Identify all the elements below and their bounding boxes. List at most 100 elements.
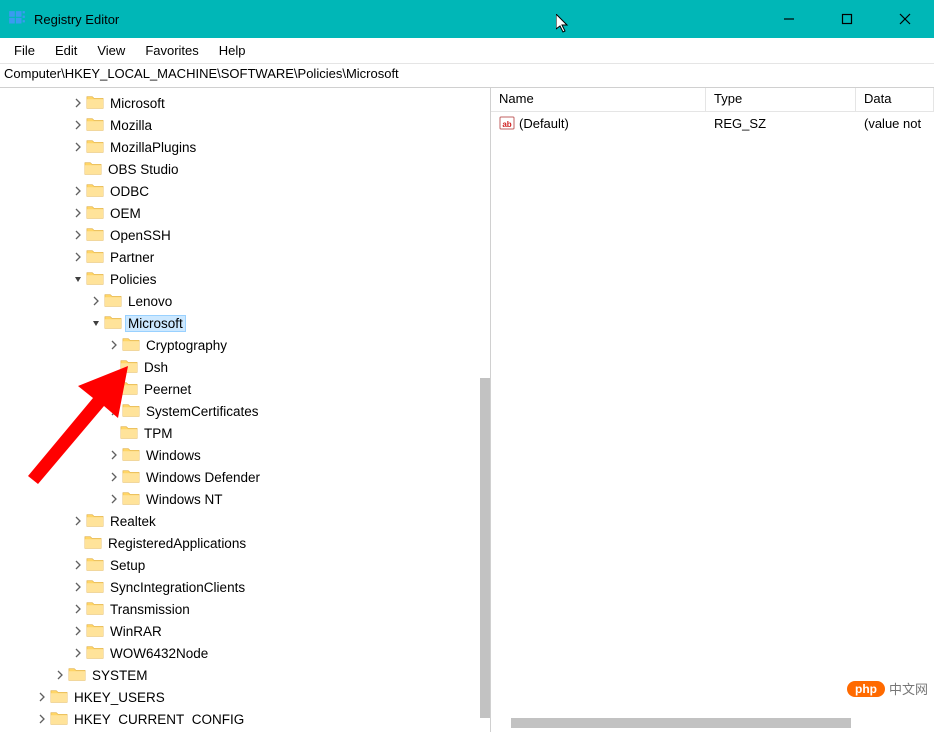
tree-node[interactable]: Realtek xyxy=(0,510,480,532)
chevron-right-icon[interactable] xyxy=(72,141,84,153)
tree-node-label[interactable]: Windows Defender xyxy=(144,470,262,485)
tree-node-label[interactable]: Realtek xyxy=(108,514,158,529)
tree-node-label[interactable]: WOW6432Node xyxy=(108,646,210,661)
tree-node[interactable]: TPM xyxy=(0,422,480,444)
tree-node-label[interactable]: Setup xyxy=(108,558,147,573)
chevron-down-icon[interactable] xyxy=(90,317,102,329)
tree-node-label[interactable]: Windows xyxy=(144,448,203,463)
tree-node[interactable]: Policies xyxy=(0,268,480,290)
tree-node-label[interactable]: HKEY_USERS xyxy=(72,690,167,705)
tree-node[interactable]: Dsh xyxy=(0,356,480,378)
tree-node[interactable]: HKEY_USERS xyxy=(0,686,480,708)
tree-node-label[interactable]: WinRAR xyxy=(108,624,164,639)
chevron-right-icon[interactable] xyxy=(108,405,120,417)
chevron-right-icon[interactable] xyxy=(108,449,120,461)
tree-node-label[interactable]: SyncIntegrationClients xyxy=(108,580,247,595)
vertical-scrollbar-thumb[interactable] xyxy=(480,378,490,718)
tree-node[interactable]: WinRAR xyxy=(0,620,480,642)
tree-node[interactable]: ODBC xyxy=(0,180,480,202)
tree-node-label[interactable]: TPM xyxy=(142,426,175,441)
tree-node[interactable]: Peernet xyxy=(0,378,480,400)
tree-node-label[interactable]: MozillaPlugins xyxy=(108,140,198,155)
tree-node[interactable]: OBS Studio xyxy=(0,158,480,180)
tree-node[interactable]: HKEY_CURRENT_CONFIG xyxy=(0,708,480,726)
tree-node[interactable]: Mozilla xyxy=(0,114,480,136)
tree-node[interactable]: Cryptography xyxy=(0,334,480,356)
chevron-right-icon[interactable] xyxy=(108,471,120,483)
tree-node[interactable]: RegisteredApplications xyxy=(0,532,480,554)
menu-favorites[interactable]: Favorites xyxy=(135,41,208,60)
tree-node-label[interactable]: SYSTEM xyxy=(90,668,150,683)
horizontal-scrollbar-thumb[interactable] xyxy=(511,718,851,728)
chevron-right-icon[interactable] xyxy=(72,603,84,615)
tree-node[interactable]: Transmission xyxy=(0,598,480,620)
tree-node[interactable]: WOW6432Node xyxy=(0,642,480,664)
tree-node[interactable]: Setup xyxy=(0,554,480,576)
chevron-right-icon[interactable] xyxy=(72,515,84,527)
tree-node-label[interactable]: RegisteredApplications xyxy=(106,536,248,551)
tree-node-label[interactable]: Cryptography xyxy=(144,338,229,353)
close-button[interactable] xyxy=(876,0,934,38)
tree-node-label[interactable]: Microsoft xyxy=(108,96,167,111)
tree-node[interactable]: SystemCertificates xyxy=(0,400,480,422)
chevron-right-icon[interactable] xyxy=(72,207,84,219)
tree-node[interactable]: Partner xyxy=(0,246,480,268)
chevron-right-icon[interactable] xyxy=(72,559,84,571)
chevron-right-icon[interactable] xyxy=(54,669,66,681)
chevron-right-icon[interactable] xyxy=(72,97,84,109)
menu-file[interactable]: File xyxy=(4,41,45,60)
tree-node-label[interactable]: ODBC xyxy=(108,184,151,199)
tree-node[interactable]: SyncIntegrationClients xyxy=(0,576,480,598)
chevron-right-icon[interactable] xyxy=(108,339,120,351)
tree-node[interactable]: Windows Defender xyxy=(0,466,480,488)
chevron-right-icon[interactable] xyxy=(108,493,120,505)
menu-edit[interactable]: Edit xyxy=(45,41,87,60)
tree-node[interactable]: OpenSSH xyxy=(0,224,480,246)
chevron-right-icon[interactable] xyxy=(36,691,48,703)
tree-node-label[interactable]: Peernet xyxy=(142,382,193,397)
col-header-name[interactable]: Name xyxy=(491,88,706,111)
tree-node-label[interactable]: Windows NT xyxy=(144,492,225,507)
chevron-right-icon[interactable] xyxy=(36,713,48,725)
chevron-right-icon[interactable] xyxy=(72,119,84,131)
tree-node-label[interactable]: OpenSSH xyxy=(108,228,173,243)
col-header-type[interactable]: Type xyxy=(706,88,856,111)
chevron-right-icon[interactable] xyxy=(72,251,84,263)
tree-node[interactable]: OEM xyxy=(0,202,480,224)
menu-help[interactable]: Help xyxy=(209,41,256,60)
chevron-right-icon[interactable] xyxy=(72,647,84,659)
chevron-right-icon[interactable] xyxy=(72,625,84,637)
tree-node[interactable]: Lenovo xyxy=(0,290,480,312)
tree-node-label[interactable]: Policies xyxy=(108,272,159,287)
tree-node-label[interactable]: SystemCertificates xyxy=(144,404,261,419)
chevron-down-icon[interactable] xyxy=(72,273,84,285)
tree-node[interactable]: Windows xyxy=(0,444,480,466)
tree-node-label[interactable]: Lenovo xyxy=(126,294,174,309)
chevron-right-icon[interactable] xyxy=(72,185,84,197)
titlebar[interactable]: Registry Editor xyxy=(0,0,934,38)
tree-node-label[interactable]: OEM xyxy=(108,206,143,221)
tree-node-label[interactable]: Partner xyxy=(108,250,156,265)
tree-node-label[interactable]: Dsh xyxy=(142,360,170,375)
chevron-right-icon[interactable] xyxy=(72,229,84,241)
tree-node[interactable]: MozillaPlugins xyxy=(0,136,480,158)
tree-node-label[interactable]: OBS Studio xyxy=(106,162,181,177)
tree-node-label[interactable]: Microsoft xyxy=(126,316,185,331)
tree-node[interactable]: Microsoft xyxy=(0,312,480,334)
registry-tree[interactable]: Microsoft Mozilla MozillaPlugins OBS Studio… xyxy=(0,88,480,726)
chevron-right-icon[interactable] xyxy=(72,581,84,593)
tree-node[interactable]: Microsoft xyxy=(0,92,480,114)
tree-node-label[interactable]: Mozilla xyxy=(108,118,154,133)
maximize-button[interactable] xyxy=(818,0,876,38)
chevron-right-icon[interactable] xyxy=(90,295,102,307)
tree-node[interactable]: Windows NT xyxy=(0,488,480,510)
col-header-data[interactable]: Data xyxy=(856,88,934,111)
tree-node[interactable]: SYSTEM xyxy=(0,664,480,686)
address-bar[interactable]: Computer\HKEY_LOCAL_MACHINE\SOFTWARE\Pol… xyxy=(0,64,934,88)
minimize-button[interactable] xyxy=(760,0,818,38)
list-row[interactable]: ab(Default)REG_SZ(value not xyxy=(491,112,934,134)
list-body[interactable]: ab(Default)REG_SZ(value not xyxy=(491,112,934,134)
tree-node-label[interactable]: Transmission xyxy=(108,602,192,617)
tree-node-label[interactable]: HKEY_CURRENT_CONFIG xyxy=(72,712,246,727)
menu-view[interactable]: View xyxy=(87,41,135,60)
